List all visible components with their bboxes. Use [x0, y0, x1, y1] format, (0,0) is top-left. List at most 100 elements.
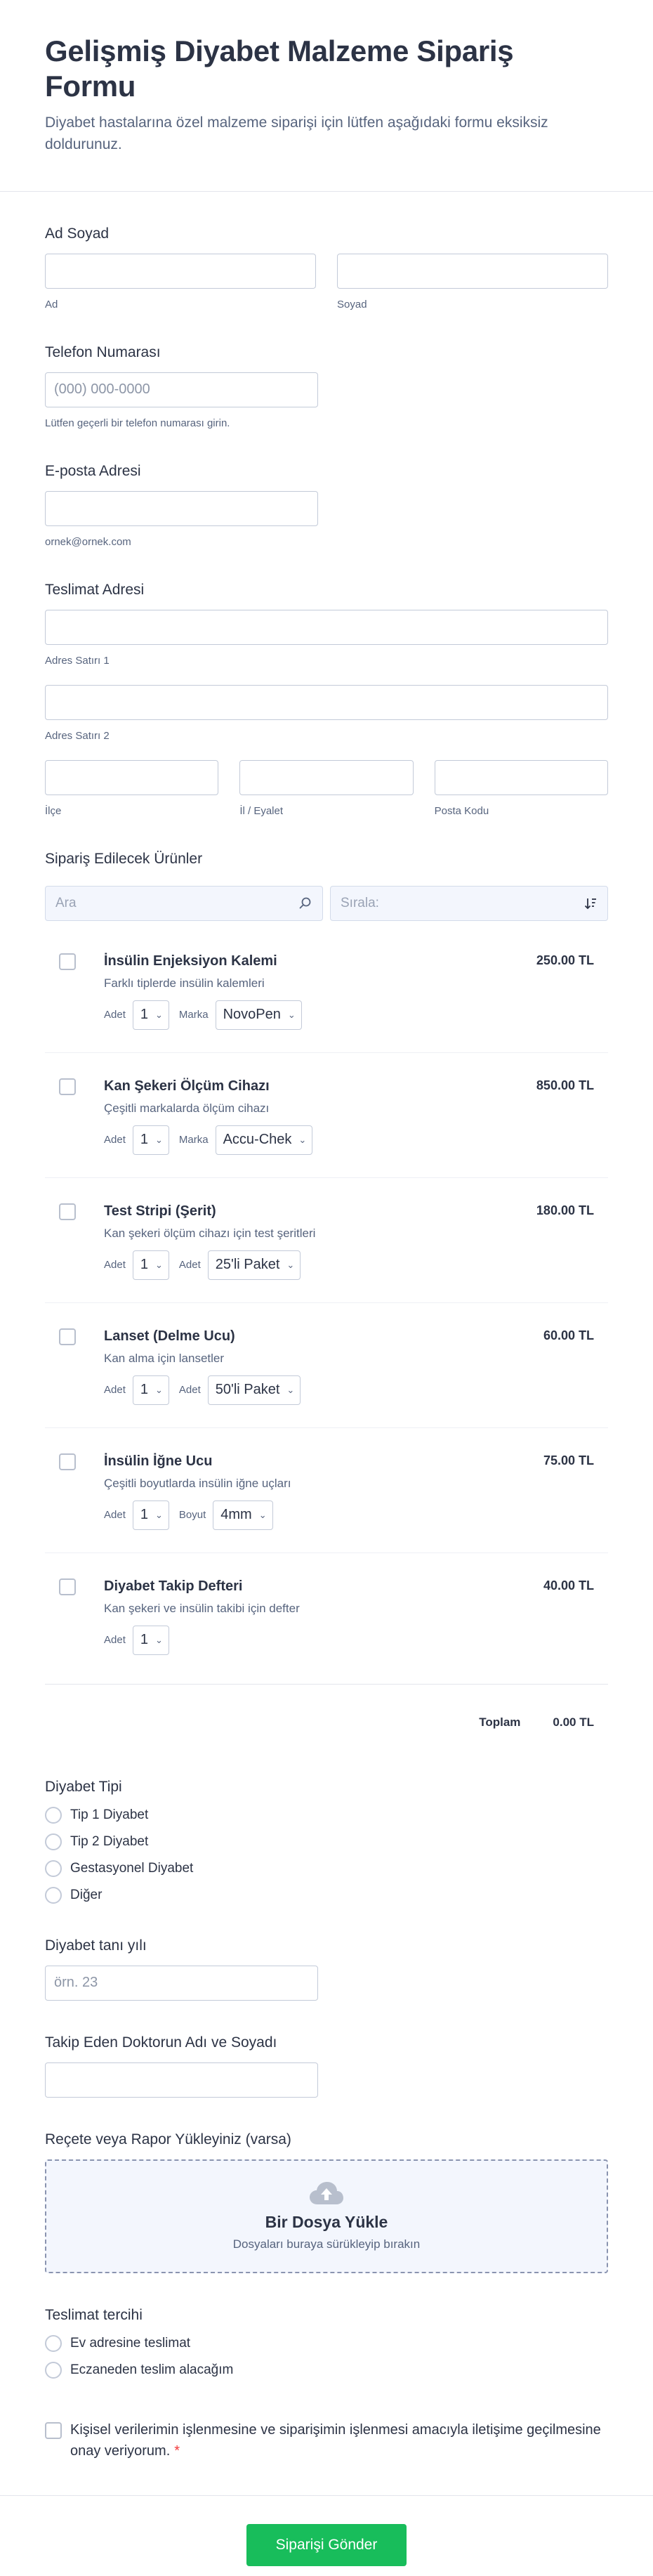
- phone-sublabel: Lütfen geçerli bir telefon numarası giri…: [45, 417, 230, 429]
- option-value: Accu-Chek: [223, 1132, 292, 1148]
- radio-option[interactable]: Tip 1 Diyabet: [45, 1806, 608, 1824]
- radio-label: Diğer: [70, 1887, 103, 1902]
- quantity-label: Adet: [104, 1384, 126, 1397]
- form-title: Gelişmiş Diyabet Malzeme Sipariş Formu: [45, 34, 514, 103]
- product-name: Diyabet Takip Defteri: [104, 1578, 243, 1594]
- file-upload-dropzone[interactable]: Bir Dosya Yükle Dosyaları buraya sürükle…: [45, 2159, 608, 2273]
- product-item: İnsülin Enjeksiyon Kalemi Farklı tiplerd…: [45, 928, 608, 1053]
- upload-title: Bir Dosya Yükle: [265, 2213, 388, 2232]
- diagnosis-year-input[interactable]: örn. 23: [45, 1965, 318, 2001]
- product-price: 60.00 TL: [543, 1328, 594, 1342]
- option-select[interactable]: 4mm ⌄: [213, 1500, 273, 1530]
- product-sort-placeholder: Sırala:: [341, 895, 379, 910]
- address-line1-input[interactable]: [45, 609, 608, 645]
- option-value: 25'li Paket: [215, 1257, 280, 1273]
- address-line1-sublabel: Adres Satırı 1: [45, 654, 110, 667]
- postal-code-sublabel: Posta Kodu: [434, 804, 489, 817]
- phone-input[interactable]: (000) 000-0000: [45, 372, 318, 407]
- quantity-value: 1: [140, 1632, 148, 1648]
- radio-button[interactable]: [45, 2361, 62, 2379]
- postal-code-input[interactable]: [434, 759, 608, 795]
- last-name-sublabel: Soyad: [337, 298, 367, 310]
- product-price: 250.00 TL: [536, 953, 594, 967]
- product-price: 75.00 TL: [543, 1453, 594, 1467]
- radio-button[interactable]: [45, 2334, 62, 2352]
- quantity-select[interactable]: 1 ⌄: [132, 1500, 169, 1530]
- product-search-input[interactable]: Ara: [45, 885, 323, 921]
- product-checkbox[interactable]: [59, 1203, 76, 1220]
- quantity-select[interactable]: 1 ⌄: [132, 1375, 169, 1405]
- submit-button[interactable]: Siparişi Gönder: [246, 2523, 407, 2566]
- option-select[interactable]: 25'li Paket ⌄: [207, 1250, 301, 1280]
- quantity-label: Adet: [104, 1134, 126, 1146]
- province-input[interactable]: [239, 759, 414, 795]
- delivery-field: Teslimat tercihi Ev adresine teslimat Ec…: [45, 2307, 608, 2379]
- quantity-value: 1: [140, 1007, 148, 1023]
- quantity-select[interactable]: 1 ⌄: [132, 1250, 169, 1280]
- product-checkbox[interactable]: [59, 1078, 76, 1095]
- consent-checkbox[interactable]: [45, 2421, 62, 2439]
- diagnosis-year-label: Diyabet tanı yılı: [45, 1937, 147, 1954]
- radio-option[interactable]: Ev adresine teslimat: [45, 2334, 608, 2352]
- radio-button[interactable]: [45, 1886, 62, 1904]
- chevron-down-icon: ⌄: [154, 1134, 163, 1145]
- product-name: İnsülin İğne Ucu: [104, 1453, 213, 1469]
- option-label: Boyut: [178, 1509, 206, 1522]
- option-select[interactable]: Accu-Chek ⌄: [215, 1125, 313, 1155]
- product-checkbox[interactable]: [59, 953, 76, 970]
- product-name: İnsülin Enjeksiyon Kalemi: [104, 953, 277, 969]
- radio-option[interactable]: Diğer: [45, 1886, 608, 1904]
- email-input[interactable]: [45, 490, 318, 526]
- option-label: Marka: [178, 1134, 209, 1146]
- product-name: Kan Şekeri Ölçüm Cihazı: [104, 1078, 270, 1094]
- products-toolbar: Ara Sırala:: [45, 885, 608, 921]
- radio-option[interactable]: Eczaneden teslim alacağım: [45, 2361, 608, 2379]
- product-checkbox[interactable]: [59, 1578, 76, 1595]
- quantity-select[interactable]: 1 ⌄: [132, 1000, 169, 1030]
- district-input[interactable]: [45, 759, 219, 795]
- total-label: Toplam: [479, 1715, 521, 1729]
- district-sublabel: İlçe: [45, 804, 62, 817]
- product-description: Çeşitli markalarda ölçüm cihazı: [104, 1101, 270, 1115]
- first-name-sublabel: Ad: [45, 298, 58, 310]
- first-name-input[interactable]: [45, 253, 316, 289]
- product-search-placeholder: Ara: [55, 895, 77, 910]
- province-sublabel: İl / Eyalet: [239, 804, 284, 817]
- upload-label: Reçete veya Rapor Yükleyiniz (varsa): [45, 2131, 291, 2147]
- product-sort-select[interactable]: Sırala:: [330, 885, 608, 921]
- quantity-value: 1: [140, 1132, 148, 1148]
- quantity-select[interactable]: 1 ⌄: [132, 1625, 169, 1655]
- quantity-label: Adet: [104, 1009, 126, 1021]
- product-list: İnsülin Enjeksiyon Kalemi Farklı tiplerd…: [45, 928, 608, 1678]
- diabetes-type-field: Diyabet Tipi Tip 1 Diyabet Tip 2 Diyabet…: [45, 1779, 608, 1904]
- radio-option[interactable]: Tip 2 Diyabet: [45, 1833, 608, 1850]
- option-value: NovoPen: [223, 1007, 281, 1023]
- option-value: 50'li Paket: [215, 1382, 280, 1398]
- radio-option[interactable]: Gestasyonel Diyabet: [45, 1859, 608, 1877]
- form-content: Ad Soyad Ad Soyad Telefon Numarası (000)…: [0, 225, 653, 2461]
- product-description: Kan şekeri ölçüm cihazı için test şeritl…: [104, 1226, 316, 1240]
- address-line2-sublabel: Adres Satırı 2: [45, 729, 110, 742]
- phone-label: Telefon Numarası: [45, 344, 161, 360]
- quantity-label: Adet: [104, 1509, 126, 1522]
- search-icon: [299, 897, 311, 909]
- radio-button[interactable]: [45, 1806, 62, 1824]
- address-field: Teslimat Adresi Adres Satırı 1 Adres Sat…: [45, 582, 608, 817]
- product-price: 180.00 TL: [536, 1203, 594, 1217]
- option-select[interactable]: NovoPen ⌄: [215, 1000, 302, 1030]
- radio-button[interactable]: [45, 1833, 62, 1850]
- doctor-input[interactable]: [45, 2062, 318, 2098]
- chevron-down-icon: ⌄: [287, 1009, 296, 1020]
- chevron-down-icon: ⌄: [286, 1259, 295, 1270]
- option-select[interactable]: 50'li Paket ⌄: [207, 1375, 301, 1405]
- address-line2-input[interactable]: [45, 684, 608, 720]
- product-checkbox[interactable]: [59, 1328, 76, 1345]
- quantity-select[interactable]: 1 ⌄: [132, 1125, 169, 1155]
- form-header: Gelişmiş Diyabet Malzeme Sipariş Formu D…: [0, 0, 653, 192]
- radio-button[interactable]: [45, 1859, 62, 1877]
- chevron-down-icon: ⌄: [154, 1009, 163, 1020]
- chevron-down-icon: ⌄: [154, 1259, 163, 1270]
- product-checkbox[interactable]: [59, 1453, 76, 1470]
- radio-label: Tip 2 Diyabet: [70, 1833, 149, 1849]
- last-name-input[interactable]: [337, 253, 608, 289]
